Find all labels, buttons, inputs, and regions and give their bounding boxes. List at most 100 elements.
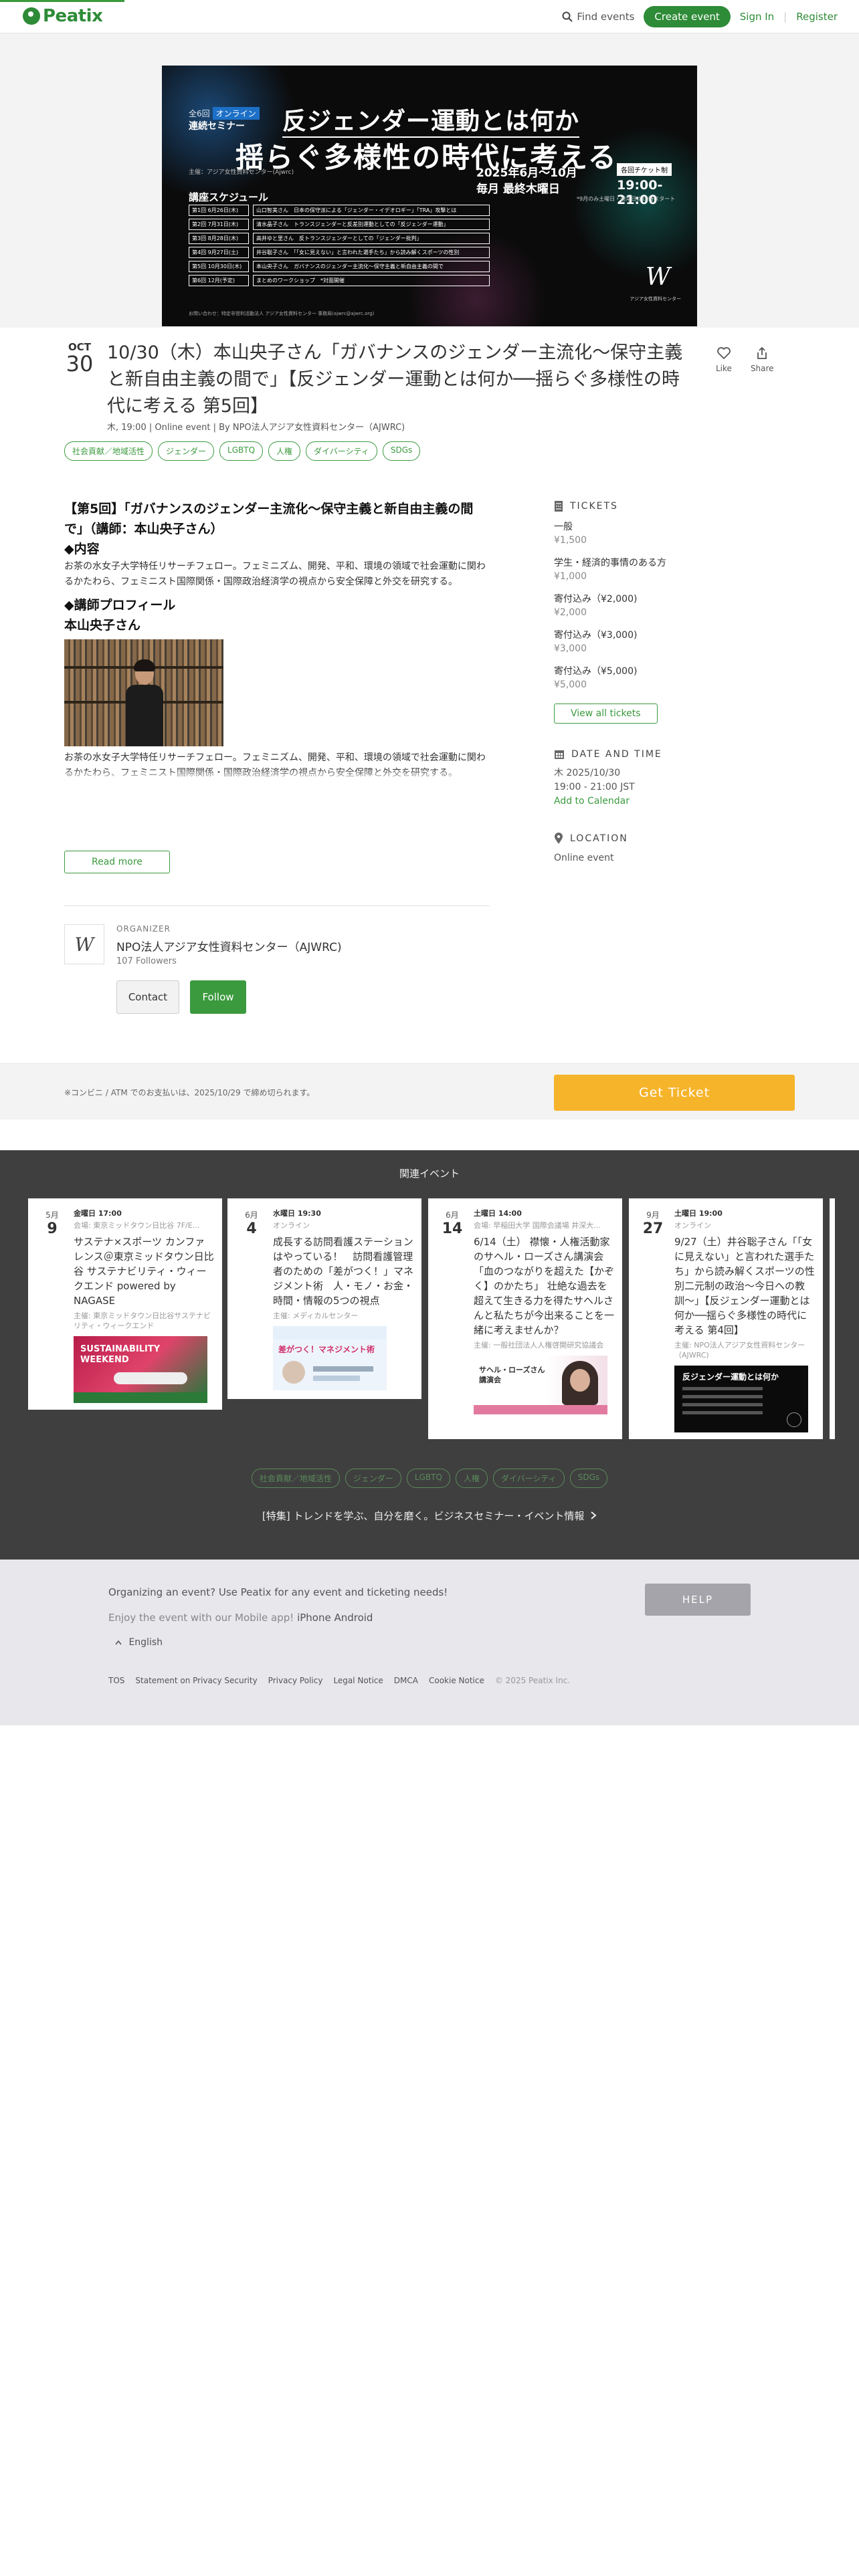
ticket-item: 寄付込み（¥2,000) ¥2,000 — [554, 594, 638, 618]
like-label: Like — [716, 364, 732, 373]
banner-schedule-row: 第3回 8月28日(木) 高井ゆと里さん 反トランスジェンダーとしての「ジェンダー… — [189, 233, 490, 244]
footer-link-tos[interactable]: TOS — [108, 1676, 124, 1685]
carousel-next-edge[interactable] — [830, 1198, 835, 1439]
find-events-link[interactable]: Find events — [562, 11, 634, 23]
card-datetime: 金曜日 17:00 — [74, 1209, 122, 1218]
banner-note: *9月のみ土曜日・通常日は19時スタート — [577, 196, 676, 202]
event-tag[interactable]: LGBTQ — [219, 441, 264, 461]
related-tag[interactable]: ダイバーシティ — [492, 1469, 565, 1488]
card-title: サステナ×スポーツ カンファレンス＠東京ミッドタウン日比谷 サステナビリティ・ウ… — [74, 1236, 214, 1307]
follow-button[interactable]: Follow — [190, 980, 246, 1014]
related-event-card[interactable]: 6月 4 水曜日 19:30 オンライン 成長する訪問看護ステーションはやっている… — [227, 1198, 421, 1399]
event-description: 【第5回】「ガバナンスのジェンダー主流化〜保守主義と新自由主義の間で」（講師：本… — [64, 499, 490, 781]
event-day: 30 — [66, 351, 94, 377]
footer-link-dmca[interactable]: DMCA — [394, 1676, 418, 1685]
event-tag[interactable]: SDGs — [382, 441, 421, 461]
get-ticket-button[interactable]: Get Ticket — [554, 1075, 795, 1111]
related-events-section: 関連イベント 5月 9 金曜日 17:00 会場: 東京ミッドタウン日比谷 7F/… — [0, 1150, 859, 1560]
banner-time: 19:00-21:00 — [617, 178, 663, 207]
card-host: 主催: 東京ミッドタウン日比谷サステナビリティ・ウィークエンド — [74, 1311, 211, 1330]
organizer-name[interactable]: NPO法人アジア女性資料センター（AJWRC) — [116, 938, 342, 954]
related-event-card[interactable]: 6月 14 土曜日 14:00 会場: 早稲田大学 国際会議場 井深大... 6/… — [428, 1198, 622, 1439]
map-pin-icon — [555, 833, 563, 844]
contact-button[interactable]: Contact — [116, 980, 179, 1014]
event-tag[interactable]: ジェンダー — [158, 441, 215, 461]
card-title: 9/27（土）井谷聡子さん「「女に見えない」と言われた選手たち」から読み解くスポ… — [674, 1236, 815, 1336]
description-heading: 【第5回】「ガバナンスのジェンダー主流化〜保守主義と新自由主義の間で」（講師：本… — [64, 502, 474, 536]
card-location: 会場: 東京ミッドタウン日比谷 7F/E... — [74, 1221, 200, 1230]
card-title: 6/14（土） 襟懐・人権活動家のサヘル・ローズさん講演会「血のつながりを超えた… — [474, 1236, 615, 1336]
event-title: 10/30（木）本山央子さん「ガバナンスのジェンダー主流化〜保守主義と新自由主義… — [107, 342, 683, 417]
card-location: オンライン — [273, 1221, 310, 1230]
event-meta: 木, 19:00 | Online event | By NPO法人アジア女性資… — [107, 423, 405, 433]
ticket-item: 寄付込み（¥3,000) ¥3,000 — [554, 630, 638, 654]
event-tag[interactable]: ダイバーシティ — [306, 441, 377, 461]
content-text: お茶の水女子大学特任リサーチフェロー。フェミニズム、開発、平和、環境の領域で社会… — [64, 561, 486, 587]
peatix-logo-text: Peatix — [43, 6, 103, 26]
tickets-heading: TICKETS — [554, 500, 795, 512]
heart-icon — [717, 347, 731, 359]
banner-series-type: 連続セミナー — [189, 121, 245, 132]
banner-schedule-row: 第6回 12月(予定) まとめのワークショップ *対面開催 — [189, 275, 490, 286]
ajwrc-logo-mark: W — [645, 263, 670, 291]
create-event-button[interactable]: Create event — [644, 6, 731, 27]
app-links[interactable]: iPhone Android — [297, 1612, 373, 1624]
card-thumbnail: サヘル・ローズさん 講演会 — [474, 1356, 607, 1414]
description-fade — [64, 769, 490, 781]
profile-name: 本山央子さん — [64, 618, 141, 633]
footer-links: TOS Statement on Privacy Security Privac… — [108, 1676, 570, 1685]
add-to-calendar-link[interactable]: Add to Calendar — [554, 794, 795, 809]
share-label: Share — [750, 364, 774, 373]
banner-sponsor: 主催：アジア女性資料センター(Ajwrc) — [189, 169, 294, 176]
related-tag[interactable]: ジェンダー — [345, 1469, 401, 1488]
payment-deadline-note: ※コンビニ / ATM でのお支払いは、2025/10/29 で締め切られます。 — [64, 1088, 315, 1097]
event-banner-image: 全6回 オンライン 連続セミナー 反ジェンダー運動とは何か 揺らぐ多様性の時代に考… — [162, 66, 697, 326]
share-button[interactable]: Share — [751, 346, 774, 373]
event-actions: Like Share — [716, 346, 774, 373]
event-tags: 社会貢献／地域活性 ジェンダー LGBTQ 人権 ダイバーシティ SDGs — [64, 441, 421, 461]
language-selector[interactable]: English — [115, 1637, 163, 1648]
ticket-icon — [555, 501, 563, 512]
footer-link-cookie[interactable]: Cookie Notice — [429, 1676, 484, 1685]
banner-schedule-row: 第5回 10月30日(木) 本山央子さん ガバナンスのジェンダー主流化～保守主義と… — [189, 261, 490, 272]
related-tag[interactable]: 社会貢献／地域活性 — [251, 1469, 340, 1488]
banner-schedule-row: 第1回 6月26日(木) 山口智美さん 日本の保守派による「ジェンダー・イデオロギ… — [189, 205, 490, 216]
read-more-button[interactable]: Read more — [64, 851, 170, 873]
peatix-logo-icon — [23, 7, 40, 25]
event-date-badge: OCT 30 — [64, 341, 95, 374]
footer-link-legal[interactable]: Legal Notice — [333, 1676, 383, 1685]
footer-organizer-prompt: Organizing an event? Use Peatix for any … — [108, 1586, 448, 1598]
feature-link[interactable]: [特集] トレンドを学ぶ、自分を磨く。ビジネスセミナー・イベント情報 — [0, 1509, 859, 1523]
banner-schedule-list: 第1回 6月26日(木) 山口智美さん 日本の保守派による「ジェンダー・イデオロギ… — [189, 205, 490, 289]
ajwrc-logo-sub: アジア女性資料センター — [630, 296, 681, 302]
help-button[interactable]: HELP — [645, 1584, 751, 1616]
related-event-card[interactable]: 9月 27 土曜日 19:00 オンライン 9/27（土）井谷聡子さん「「女に見え… — [629, 1198, 823, 1439]
card-datetime: 土曜日 14:00 — [474, 1209, 522, 1218]
view-all-tickets-button[interactable]: View all tickets — [554, 704, 658, 724]
footer-copyright: © 2025 Peatix Inc. — [494, 1676, 571, 1685]
footer-link-privacy-policy[interactable]: Privacy Policy — [268, 1676, 323, 1685]
register-link[interactable]: Register — [796, 11, 838, 23]
banner-area: 全6回 オンライン 連続セミナー 反ジェンダー運動とは何か 揺らぐ多様性の時代に考… — [0, 33, 859, 328]
banner-schedule-title: 講座スケジュール — [189, 191, 268, 203]
related-tag[interactable]: 人権 — [455, 1469, 488, 1488]
ticket-list: 一般 ¥1,500 学生・経済的事情のある方 ¥1,000 寄付込み（¥2,000)… — [554, 520, 795, 691]
like-button[interactable]: Like — [716, 346, 732, 373]
related-tag[interactable]: LGBTQ — [406, 1469, 450, 1488]
event-tag[interactable]: 人権 — [268, 441, 301, 461]
footer-link-privacy-security[interactable]: Statement on Privacy Security — [135, 1676, 257, 1685]
card-datetime: 水曜日 19:30 — [273, 1209, 321, 1218]
related-event-card[interactable]: 5月 9 金曜日 17:00 会場: 東京ミッドタウン日比谷 7F/E... サス… — [28, 1198, 222, 1410]
card-thumbnail: SUSTAINABILITY WEEKEND — [74, 1336, 207, 1403]
header-nav: Find events Create event Sign In | Regis… — [562, 6, 838, 27]
banner-schedule-row: 第4回 9月27日(土) 井谷聡子さん 「「女に見えない」と言われた選手たち」から… — [189, 247, 490, 258]
sign-in-link[interactable]: Sign In — [740, 11, 774, 23]
related-tag[interactable]: SDGs — [569, 1469, 608, 1488]
banner-ticket-badge: 各回チケット制 — [617, 163, 672, 176]
peatix-logo[interactable]: Peatix — [23, 6, 103, 26]
card-thumbnail: 反ジェンダー運動とは何か — [674, 1366, 808, 1432]
event-tag[interactable]: 社会貢献／地域活性 — [64, 441, 153, 461]
calendar-icon — [555, 750, 564, 759]
content-divider — [64, 905, 490, 906]
organizer-logo[interactable]: W — [64, 924, 104, 964]
